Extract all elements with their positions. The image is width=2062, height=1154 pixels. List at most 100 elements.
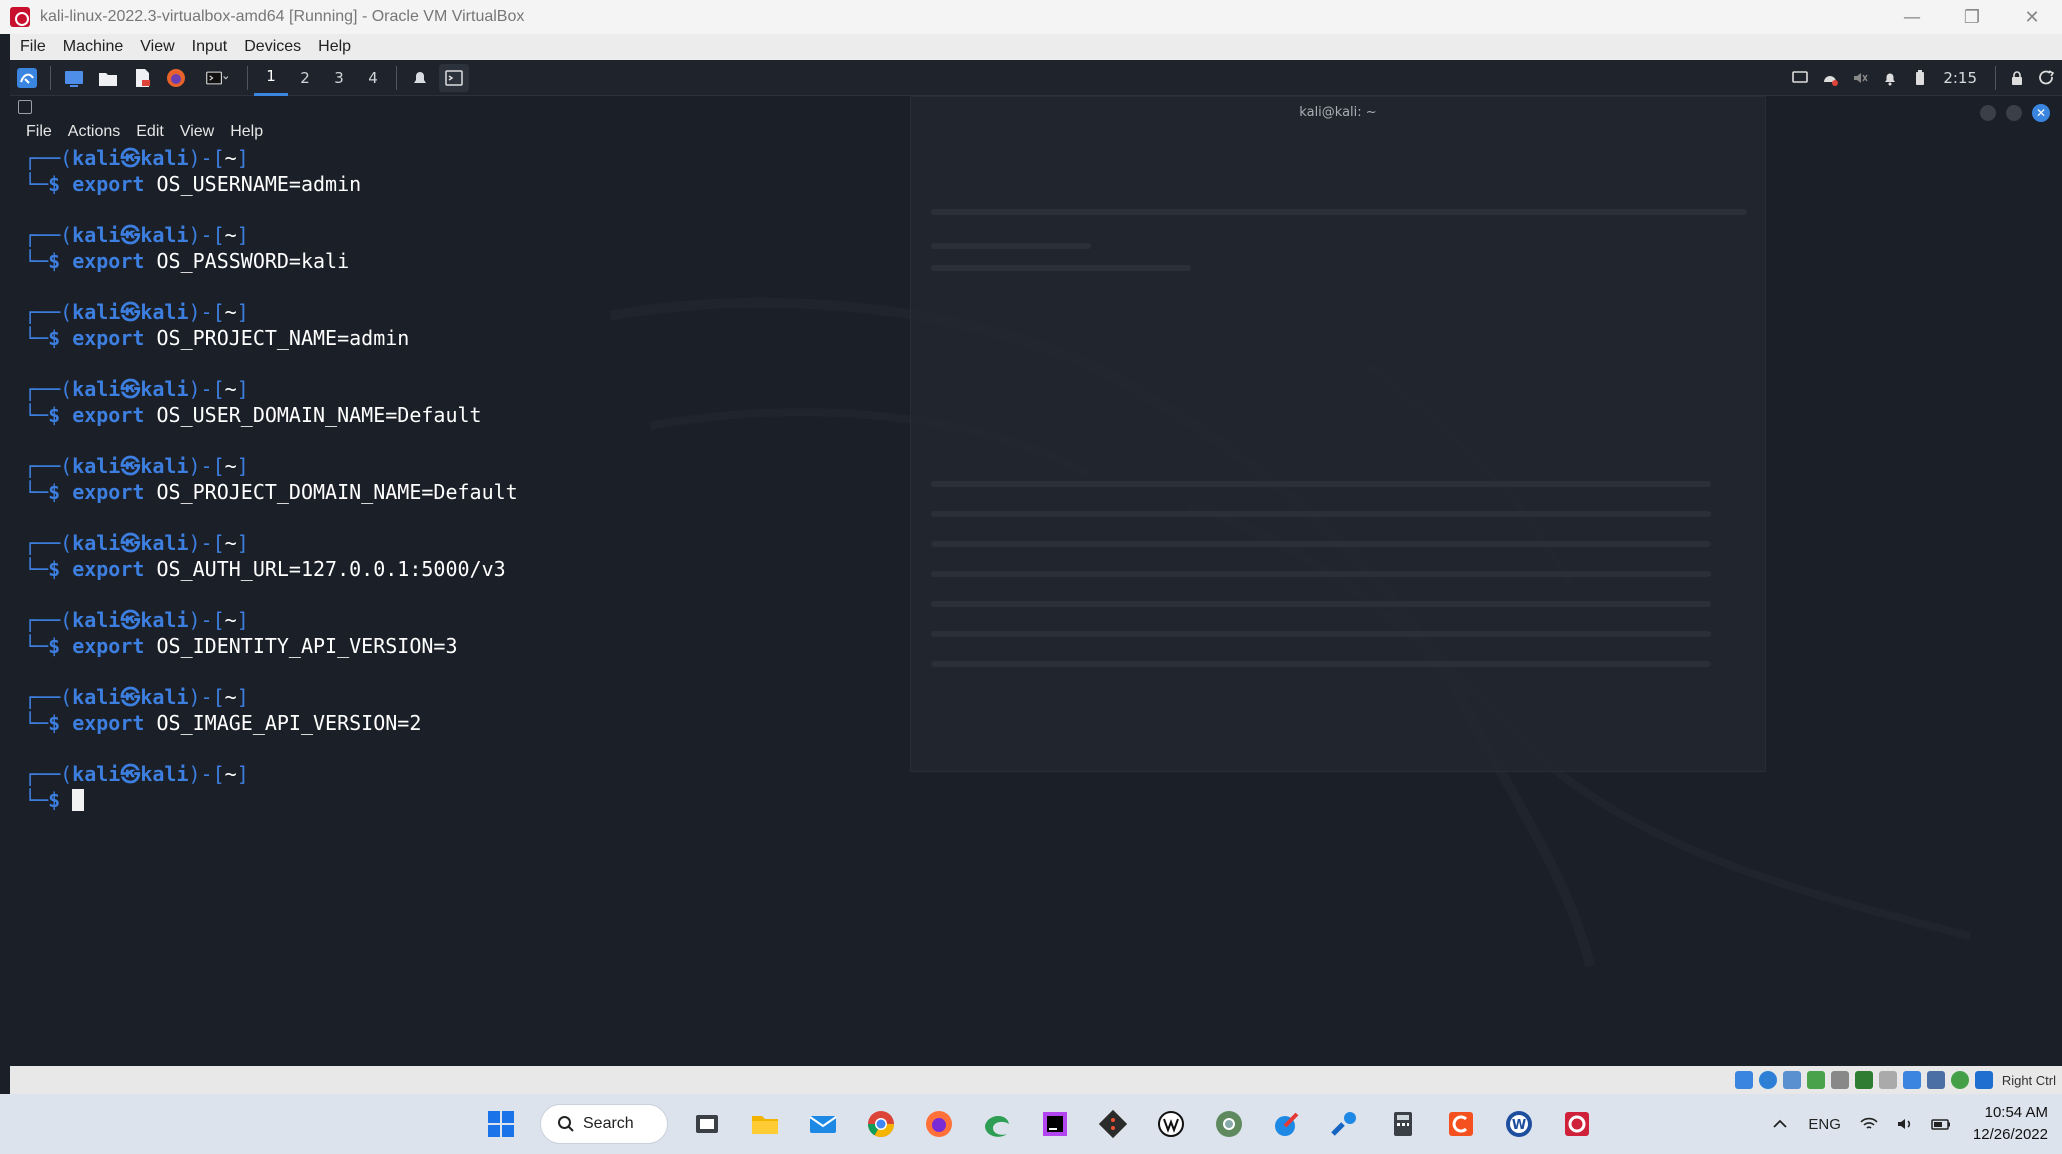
terminal-titlebar [10, 96, 890, 118]
svg-text:W: W [1512, 1118, 1526, 1133]
terminal-menubar: File Actions Edit View Help [10, 118, 890, 146]
speaker-icon[interactable] [1891, 1110, 1919, 1138]
kali-menu-button[interactable] [12, 64, 42, 92]
prompt-bracket: ] [236, 377, 249, 401]
usb-icon[interactable] [1830, 1071, 1849, 1089]
mail-button[interactable] [799, 1100, 847, 1148]
prompt-bracket: )-[ [188, 223, 225, 247]
hdd-icon[interactable] [1734, 1071, 1753, 1089]
terminal-output[interactable]: ┌──(kali㉿kali)-[~] └─$ export OS_USERNAME… [10, 146, 890, 813]
terminal-menu-actions[interactable]: Actions [68, 123, 120, 141]
command-argument: OS_AUTH_URL=127.0.0.1:5000/v3 [156, 556, 506, 581]
terminal-window-menu-icon[interactable] [18, 100, 32, 114]
volume-muted-icon[interactable] [1845, 60, 1875, 96]
prompt-dollar: $ [48, 325, 61, 350]
close-button[interactable]: ✕ [2002, 0, 2062, 34]
terminal-launcher-button[interactable] [195, 64, 239, 92]
command-keyword: export [72, 171, 145, 196]
logout-icon[interactable] [2032, 60, 2062, 96]
workspace-4[interactable]: 4 [356, 60, 390, 96]
start-button[interactable] [477, 1100, 525, 1148]
prompt-bracket: )-[ [188, 146, 225, 170]
prompt-line: ┌──(kali㉿kali)-[~] [24, 531, 890, 557]
task-view-button[interactable] [683, 1100, 731, 1148]
terminal-cursor[interactable] [72, 788, 85, 811]
minimize-dot[interactable] [1980, 105, 1996, 121]
terminal-menu-file[interactable]: File [26, 123, 52, 141]
command-keyword: export [72, 479, 145, 504]
prompt-directory: ~ [224, 608, 237, 632]
word-button[interactable]: W [1495, 1100, 1543, 1148]
terminal-menu-view[interactable]: View [180, 123, 214, 141]
git-button[interactable] [1089, 1100, 1137, 1148]
vbox-menu-help[interactable]: Help [318, 38, 351, 56]
workspace-3[interactable]: 3 [322, 60, 356, 96]
show-desktop-button[interactable] [59, 64, 89, 92]
firefox-button[interactable] [161, 64, 191, 92]
battery-icon[interactable] [1905, 60, 1935, 96]
screen-icon[interactable] [1785, 60, 1815, 96]
vbox-menu-view[interactable]: View [140, 38, 174, 56]
background-terminal-window[interactable]: kali@kali: ~ [910, 96, 1766, 772]
vbox-menu-devices[interactable]: Devices [244, 38, 301, 56]
keyboard-icon[interactable] [1974, 1071, 1993, 1089]
file-explorer-button[interactable] [741, 1100, 789, 1148]
prompt-dollar: $ [48, 171, 61, 196]
recording-icon[interactable] [1902, 1071, 1921, 1089]
panel-clock[interactable]: 2:15 [1943, 69, 1977, 87]
rocket-app-button[interactable] [1263, 1100, 1311, 1148]
workspace-1[interactable]: 1 [254, 60, 288, 96]
prompt-bracket: ] [236, 300, 249, 324]
vbox-menu-machine[interactable]: Machine [63, 38, 123, 56]
command-line: └─$ export OS_IMAGE_API_VERSION=2 [24, 711, 890, 737]
language-indicator[interactable]: ENG [1808, 1116, 1841, 1133]
chevron-up-icon[interactable] [1766, 1110, 1794, 1138]
edge-dev-button[interactable] [973, 1100, 1021, 1148]
taskbar-terminal-window-button[interactable] [439, 63, 469, 92]
firefox-taskbar-button[interactable] [915, 1100, 963, 1148]
terminal-window[interactable]: File Actions Edit View Help ┌──(kali㉿kal… [10, 96, 890, 836]
chrome-button[interactable] [857, 1100, 905, 1148]
workspace-2[interactable]: 2 [288, 60, 322, 96]
maximize-dot[interactable] [2006, 105, 2022, 121]
notification-bell-icon[interactable] [1875, 60, 1905, 96]
command-keyword: export [72, 248, 145, 273]
file-manager-button[interactable] [93, 64, 123, 92]
network-adapter-icon[interactable] [1806, 1071, 1825, 1089]
phpstorm-button[interactable] [1031, 1100, 1079, 1148]
window-title: kali-linux-2022.3-virtualbox-amd64 [Runn… [40, 8, 525, 25]
steam-button[interactable] [1321, 1100, 1369, 1148]
datetime[interactable]: 10:54 AM 12/26/2022 [1973, 1102, 2048, 1146]
terminal-menu-help[interactable]: Help [230, 123, 263, 141]
text-editor-button[interactable] [127, 64, 157, 92]
terminal-entry: ┌──(kali㉿kali)-[~] └─$ export OS_USERNAME… [24, 146, 890, 197]
minimize-button[interactable]: — [1882, 0, 1942, 34]
command-keyword: export [72, 402, 145, 427]
prompt-bracket: └─ [24, 556, 49, 581]
optical-drive-icon[interactable] [1758, 1071, 1777, 1089]
network-icon[interactable] [1815, 60, 1845, 96]
virtualbox-taskbar-button[interactable] [1553, 1100, 1601, 1148]
wifi-icon[interactable] [1855, 1110, 1883, 1138]
close-dot[interactable]: ✕ [2032, 104, 2050, 122]
cursor-app-button[interactable] [1437, 1100, 1485, 1148]
virtualbox-icon [1565, 1112, 1589, 1136]
chrome-profile-button[interactable] [1205, 1100, 1253, 1148]
restore-button[interactable]: ❐ [1942, 0, 2002, 34]
shared-folder-icon[interactable] [1854, 1071, 1873, 1089]
prompt-user: kali [72, 762, 121, 786]
taskbar-search[interactable]: Search [540, 1104, 668, 1144]
calculator-button[interactable] [1379, 1100, 1427, 1148]
taskbar-app-ghost-button[interactable] [405, 64, 435, 92]
display-icon[interactable] [1878, 1071, 1897, 1089]
wordpress-button[interactable] [1147, 1100, 1195, 1148]
cpu-icon[interactable] [1926, 1071, 1945, 1089]
mouse-integration-icon[interactable] [1950, 1071, 1969, 1089]
vbox-menu-file[interactable]: File [20, 38, 46, 56]
vbox-menu-input[interactable]: Input [192, 38, 228, 56]
lock-icon[interactable] [2002, 60, 2032, 96]
terminal-menu-edit[interactable]: Edit [136, 123, 164, 141]
audio-icon[interactable] [1782, 1071, 1801, 1089]
terminal-entry: ┌──(kali㉿kali)-[~] └─$ export OS_IMAGE_AP… [24, 685, 890, 736]
battery-icon[interactable] [1927, 1110, 1955, 1138]
